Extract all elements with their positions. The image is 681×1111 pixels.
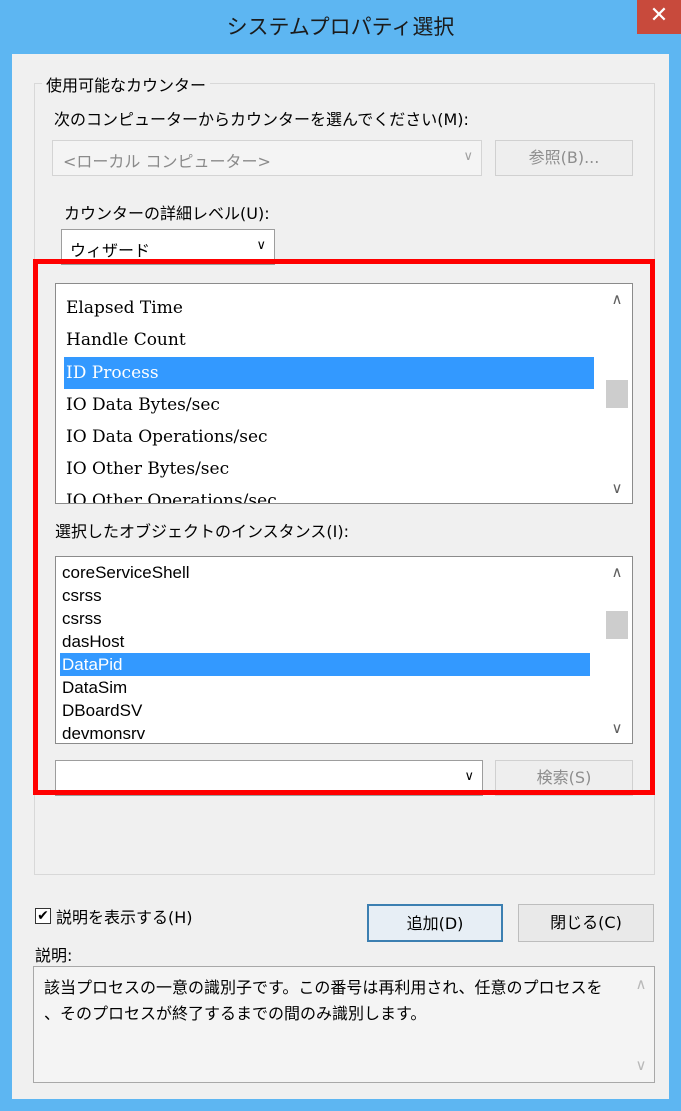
computer-select-value: <ローカル コンピューター> <box>63 152 271 171</box>
detail-level-value: ウィザード <box>70 241 151 260</box>
show-description-checkbox[interactable]: ✔ <box>35 908 51 924</box>
highlight-box <box>33 259 655 795</box>
description-scrollbar[interactable]: ∧ ∨ <box>626 967 654 1082</box>
computer-label: 次のコンピューターからカウンターを選んでください(M): <box>54 110 469 129</box>
chevron-up-icon[interactable]: ∧ <box>626 975 656 993</box>
chevron-down-icon: ∨ <box>256 238 266 253</box>
browse-button[interactable]: 参照(B)... <box>495 140 633 176</box>
add-button[interactable]: 追加(D) <box>367 904 503 942</box>
description-text: 該当プロセスの一意の識別子です。この番号は再利用され、任意のプロセスを 、そのプ… <box>44 978 603 1023</box>
close-button[interactable]: 閉じる(C) <box>518 904 654 942</box>
close-icon: ✕ <box>649 3 669 28</box>
window-title: システムプロパティ選択 <box>226 15 455 39</box>
close-window-button[interactable]: ✕ <box>637 0 681 34</box>
check-icon: ✔ <box>37 908 49 924</box>
description-heading: 説明: <box>35 946 73 965</box>
description-box: 該当プロセスの一意の識別子です。この番号は再利用され、任意のプロセスを 、そのプ… <box>33 966 655 1083</box>
show-description-label[interactable]: 説明を表示する(H) <box>56 904 193 928</box>
computer-select[interactable]: <ローカル コンピューター> ∨ <box>52 140 482 176</box>
group-legend: 使用可能なカウンター <box>42 72 211 95</box>
chevron-down-icon: ∨ <box>463 149 473 164</box>
detail-level-label: カウンターの詳細レベル(U): <box>64 204 270 223</box>
chevron-down-icon[interactable]: ∨ <box>626 1056 656 1074</box>
